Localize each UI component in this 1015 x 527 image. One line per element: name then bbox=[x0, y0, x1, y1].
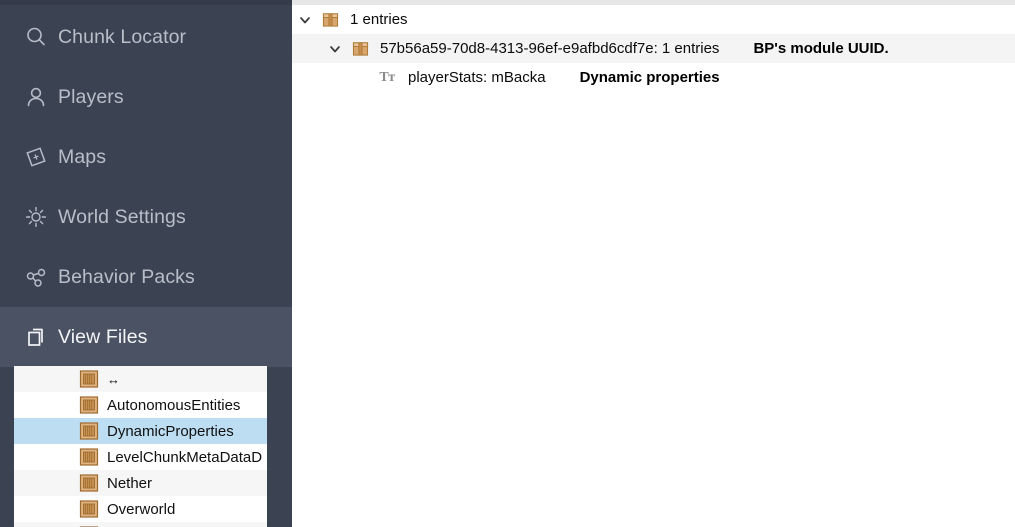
gear-icon bbox=[14, 203, 58, 231]
list-item[interactable]: AutonomousEntities bbox=[14, 392, 267, 418]
package-icon bbox=[318, 11, 342, 28]
crate-icon bbox=[76, 499, 102, 519]
tree-row-player-stats[interactable]: Tᴛ playerStats: mBacka Dynamic propertie… bbox=[292, 63, 1015, 92]
sidebar-item-label: World Settings bbox=[58, 205, 186, 228]
list-item-selected[interactable]: DynamicProperties bbox=[14, 418, 267, 444]
tree-row-module-uuid[interactable]: 57b56a59-70d8-4313-96ef-e9afbd6cdf7e: 1 … bbox=[292, 34, 1015, 63]
annotation-dynamic-properties: Dynamic properties bbox=[579, 69, 720, 86]
sidebar-item-view-files[interactable]: View Files bbox=[0, 307, 292, 367]
sidebar-item-label: Maps bbox=[58, 145, 107, 168]
list-item[interactable] bbox=[14, 522, 267, 527]
sidebar-item-behavior-packs[interactable]: Behavior Packs bbox=[0, 247, 292, 307]
tree-node-label: 57b56a59-70d8-4313-96ef-e9afbd6cdf7e: 1 … bbox=[380, 40, 720, 57]
list-item[interactable]: Overworld bbox=[14, 496, 267, 522]
sidebar-item-label: Players bbox=[58, 85, 124, 108]
list-item[interactable]: ↔ bbox=[14, 366, 267, 392]
file-list-panel[interactable]: ↔ AutonomousEntities DynamicProperties L… bbox=[14, 366, 267, 527]
tree-row-root[interactable]: 1 entries bbox=[292, 5, 1015, 34]
crate-icon bbox=[76, 473, 102, 493]
chevron-down-icon[interactable] bbox=[322, 42, 348, 56]
tree-node-label: playerStats: mBacka bbox=[408, 69, 546, 86]
sidebar-item-chunk-locator[interactable]: Chunk Locator bbox=[0, 7, 292, 67]
sidebar-nav-list: Chunk Locator Players Maps World Setting… bbox=[0, 5, 292, 367]
crate-icon bbox=[76, 395, 102, 415]
search-icon bbox=[14, 23, 58, 51]
sidebar-item-players[interactable]: Players bbox=[0, 67, 292, 127]
list-item[interactable]: LevelChunkMetaDataD bbox=[14, 444, 267, 470]
list-item-label: Nether bbox=[107, 474, 153, 492]
list-item-label: ↔ bbox=[107, 371, 120, 387]
copy-files-icon bbox=[14, 323, 58, 351]
main-content: 1 entries 57b56a59-70d8-4313-96ef-e9afbd… bbox=[292, 0, 1015, 527]
list-item-label: AutonomousEntities bbox=[107, 396, 241, 414]
chevron-down-icon[interactable] bbox=[292, 13, 318, 27]
sidebar-item-world-settings[interactable]: World Settings bbox=[0, 187, 292, 247]
sidebar-item-maps[interactable]: Maps bbox=[0, 127, 292, 187]
app-window: Chunk Locator Players Maps World Setting… bbox=[0, 0, 1015, 527]
annotation-module-uuid: BP's module UUID. bbox=[753, 40, 889, 57]
nbt-tree: 1 entries 57b56a59-70d8-4313-96ef-e9afbd… bbox=[292, 5, 1015, 92]
crate-icon bbox=[76, 369, 102, 389]
text-type-icon: Tᴛ bbox=[379, 69, 395, 85]
share-nodes-icon bbox=[14, 263, 58, 291]
list-item-label: Overworld bbox=[107, 500, 176, 518]
map-diamond-icon bbox=[14, 143, 58, 171]
crate-icon bbox=[76, 447, 102, 467]
list-item-label: LevelChunkMetaDataD bbox=[107, 448, 263, 466]
sidebar-item-label: Chunk Locator bbox=[58, 25, 187, 48]
user-icon bbox=[14, 83, 58, 111]
sidebar-item-label: Behavior Packs bbox=[58, 265, 195, 288]
list-item-label: DynamicProperties bbox=[107, 422, 234, 440]
sidebar-item-label: View Files bbox=[58, 325, 148, 348]
tree-node-label: 1 entries bbox=[350, 11, 408, 28]
crate-icon bbox=[76, 421, 102, 441]
sidebar: Chunk Locator Players Maps World Setting… bbox=[0, 0, 292, 527]
package-icon bbox=[348, 40, 372, 57]
list-item[interactable]: Nether bbox=[14, 470, 267, 496]
